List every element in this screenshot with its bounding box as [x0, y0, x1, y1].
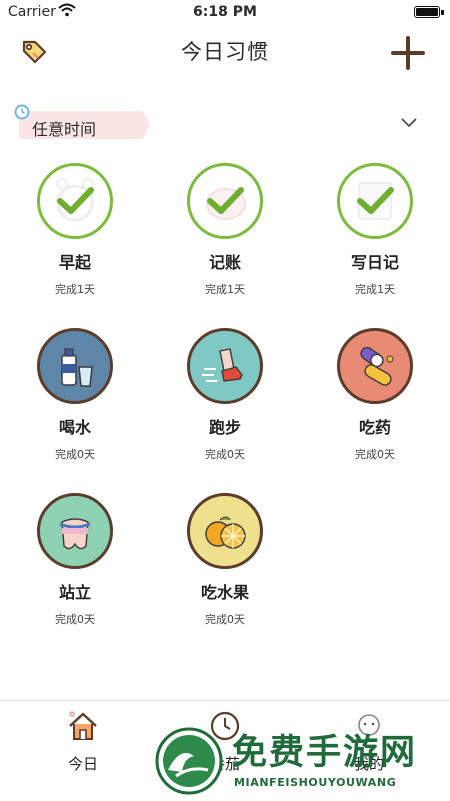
- habit-status: 完成1天: [55, 283, 95, 296]
- watermark-logo-icon: [155, 727, 223, 795]
- habit-item-drink-water[interactable]: 喝水 完成0天: [0, 328, 150, 462]
- habit-checked-circle[interactable]: [37, 163, 113, 239]
- habit-checked-circle[interactable]: [187, 163, 263, 239]
- chevron-down-icon[interactable]: [400, 116, 418, 128]
- habit-unchecked-circle[interactable]: [337, 328, 413, 404]
- add-habit-button[interactable]: [390, 35, 426, 71]
- tab-label-today: 今日: [67, 755, 98, 773]
- habit-status: 完成0天: [55, 613, 95, 626]
- filter-label: 任意时间: [32, 120, 97, 139]
- clock-icon: [14, 104, 30, 120]
- habit-item-running[interactable]: 跑步 完成0天: [150, 328, 300, 462]
- running-shoe-icon: [202, 348, 243, 382]
- habit-name: 站立: [58, 583, 91, 602]
- habit-status: 完成0天: [355, 448, 395, 461]
- habit-unchecked-circle[interactable]: [37, 328, 113, 404]
- habit-name: 早起: [58, 253, 91, 272]
- pills-icon: [360, 346, 394, 386]
- clock-time: 6:18 PM: [193, 4, 257, 20]
- habit-checked-circle[interactable]: [337, 163, 413, 239]
- habit-item-eat-fruit[interactable]: 吃水果 完成0天: [150, 493, 300, 627]
- habit-name: 跑步: [208, 418, 241, 437]
- habit-item-wake-early[interactable]: 早起 完成1天: [0, 163, 150, 297]
- watermark-subtitle: MIANFEISHOUYOUWANG: [234, 776, 397, 789]
- habit-status: 完成1天: [205, 283, 245, 296]
- habit-status: 完成0天: [205, 613, 245, 626]
- habit-unchecked-circle[interactable]: [187, 328, 263, 404]
- habit-name: 吃水果: [200, 583, 249, 602]
- habit-name: 吃药: [358, 418, 391, 437]
- habit-item-bookkeeping[interactable]: 记账 完成1天: [150, 163, 300, 297]
- habit-item-standing[interactable]: 站立 完成0天: [0, 493, 150, 627]
- habit-item-diary[interactable]: 写日记 完成1天: [300, 163, 450, 297]
- habit-status: 完成0天: [55, 448, 95, 461]
- habit-name: 写日记: [350, 253, 399, 272]
- habit-name: 记账: [208, 253, 241, 272]
- battery-icon: [414, 6, 440, 18]
- check-icon: [207, 187, 244, 214]
- nav-bar: 今日习惯: [0, 28, 450, 76]
- check-icon: [357, 187, 394, 214]
- habit-unchecked-circle[interactable]: [187, 493, 263, 569]
- orange-fruit-icon: [205, 516, 246, 549]
- habit-status: 完成1天: [355, 283, 395, 296]
- watermark-title: 免费手游网: [232, 733, 418, 773]
- habit-unchecked-circle[interactable]: [37, 493, 113, 569]
- page-title: 今日习惯: [181, 40, 269, 64]
- check-icon: [57, 187, 94, 214]
- house-icon: [69, 711, 97, 740]
- habit-name: 喝水: [58, 418, 91, 437]
- time-filter[interactable]: 任意时间: [14, 104, 436, 140]
- tab-today[interactable]: 今日: [8, 709, 158, 774]
- habit-item-medicine[interactable]: 吃药 完成0天: [300, 328, 450, 462]
- water-bottle-icon: [61, 348, 93, 387]
- status-bar: Carrier 6:18 PM: [0, 0, 450, 24]
- habit-status: 完成0天: [205, 448, 245, 461]
- watermark: 免费手游网 MIANFEISHOUYOUWANG: [150, 722, 450, 800]
- standing-body-icon: [59, 518, 91, 550]
- battery-cap: [441, 10, 444, 15]
